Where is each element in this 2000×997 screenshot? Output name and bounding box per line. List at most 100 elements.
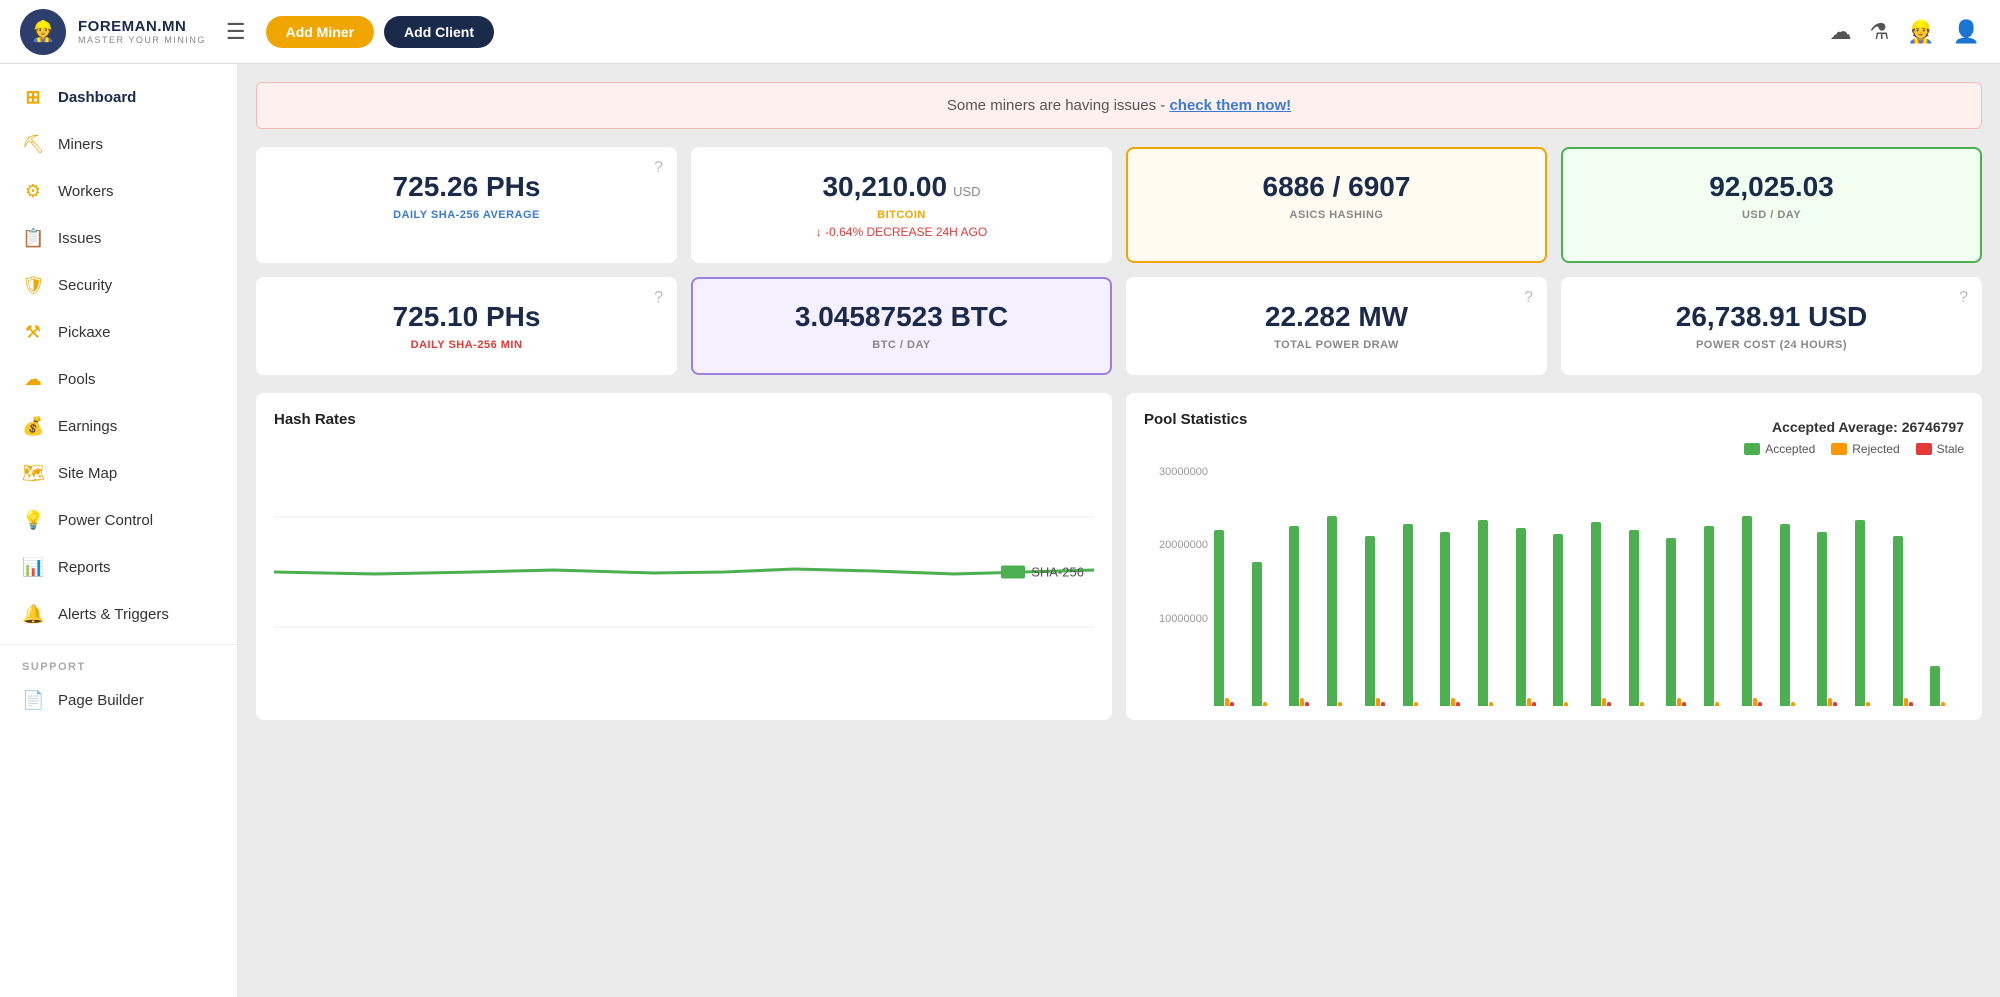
filter-icon[interactable]: ⚗ — [1869, 19, 1889, 45]
stat-label-hashrate-min: DAILY SHA-256 MIN — [278, 339, 655, 351]
stat-value-hashrate-avg: 725.26 PHs — [278, 171, 655, 203]
rejected-bar — [1225, 698, 1229, 706]
sidebar-item-earnings[interactable]: 💰 Earnings — [0, 403, 237, 450]
help-icon-hashrate-avg[interactable]: ? — [654, 159, 663, 177]
reports-icon: 📊 — [22, 557, 44, 578]
accepted-bar — [1214, 530, 1224, 706]
stat-value-usd-day: 92,025.03 — [1583, 171, 1960, 203]
stat-value-btc-day: 3.04587523 BTC — [713, 301, 1090, 333]
hashrate-chart-title: Hash Rates — [274, 411, 1094, 428]
rejected-bar — [1451, 698, 1455, 706]
worker-icon[interactable]: 👷 — [1907, 19, 1934, 45]
rejected-bar — [1904, 698, 1908, 706]
stat-card-power-draw: ? 22.282 MW TOTAL POWER DRAW — [1126, 277, 1547, 375]
sidebar-item-issues[interactable]: 📋 Issues — [0, 215, 237, 262]
add-miner-button[interactable]: Add Miner — [266, 16, 374, 48]
sidebar-label-workers: Workers — [58, 183, 114, 200]
accepted-bar — [1327, 516, 1337, 706]
stale-bar — [1532, 702, 1536, 706]
stat-label-usd-day: USD / Day — [1583, 209, 1960, 221]
support-label: SUPPORT — [0, 651, 237, 677]
sidebar-item-pickaxe[interactable]: ⚒ Pickaxe — [0, 309, 237, 356]
pool-bars — [1214, 466, 1964, 706]
stat-card-btc-price: 30,210.00 USD BITCOIN ↓ -0.64% DECREASE … — [691, 147, 1112, 263]
hamburger-icon[interactable]: ☰ — [226, 19, 246, 45]
accepted-bar — [1893, 536, 1903, 706]
stat-value-btc-price: 30,210.00 — [822, 171, 947, 203]
accepted-bar — [1252, 562, 1262, 706]
pool-chart-title: Pool Statistics — [1144, 411, 1247, 428]
stat-value-power-cost: 26,738.91 USD — [1583, 301, 1960, 333]
bar-group — [1855, 520, 1889, 706]
bar-group — [1214, 530, 1248, 706]
pool-chart-card: Pool Statistics Accepted Average: 267467… — [1126, 393, 1982, 720]
pool-legend-accepted: Accepted — [1744, 442, 1815, 456]
dashboard-icon: ⊞ — [22, 87, 44, 108]
sidebar-label-reports: Reports — [58, 559, 111, 576]
hashrate-chart-area: SHA-256 — [274, 442, 1094, 702]
workers-icon: ⚙ — [22, 181, 44, 202]
pools-icon: ☁ — [22, 369, 44, 390]
user-icon[interactable]: 👤 — [1953, 19, 1980, 45]
rejected-bar — [1263, 702, 1267, 706]
alert-text: Some miners are having issues - — [947, 97, 1170, 114]
bar-group — [1252, 562, 1286, 706]
rejected-bar — [1300, 698, 1304, 706]
sidebar-item-reports[interactable]: 📊 Reports — [0, 544, 237, 591]
accepted-bar — [1440, 532, 1450, 706]
add-client-button[interactable]: Add Client — [384, 16, 494, 48]
help-icon-power-draw[interactable]: ? — [1524, 289, 1533, 307]
sidebar-item-security[interactable]: 🛡 Security — [0, 262, 237, 309]
bar-group — [1591, 522, 1625, 706]
logo-title: FOREMAN.MN — [78, 18, 206, 35]
accepted-bar — [1365, 536, 1375, 706]
hashrate-svg — [274, 462, 1094, 682]
stale-bar — [1230, 702, 1234, 706]
bar-group — [1666, 538, 1700, 706]
alert-link[interactable]: check them now! — [1169, 97, 1291, 114]
help-icon-hashrate-min[interactable]: ? — [654, 289, 663, 307]
bar-group — [1780, 524, 1814, 706]
rejected-bar — [1791, 702, 1795, 706]
rejected-legend-box — [1831, 443, 1847, 455]
alerts-icon: 🔔 — [22, 604, 44, 625]
stat-value-power-draw: 22.282 MW — [1148, 301, 1525, 333]
sidebar-item-page-builder[interactable]: 📄 Page Builder — [0, 677, 237, 724]
pool-legend: Accepted Rejected Stale — [1144, 442, 1964, 456]
hashrate-legend-label: SHA-256 — [1031, 565, 1084, 580]
stat-label-power-draw: TOTAL POWER DRAW — [1148, 339, 1525, 351]
accepted-bar — [1666, 538, 1676, 706]
sidebar-item-power-control[interactable]: 💡 Power Control — [0, 497, 237, 544]
accepted-bar — [1930, 666, 1940, 706]
cloud-upload-icon[interactable]: ☁ — [1829, 19, 1851, 45]
sidebar-label-issues: Issues — [58, 230, 101, 247]
bar-group — [1440, 532, 1474, 706]
sidebar-item-miners[interactable]: ⛏ Miners — [0, 121, 237, 168]
sidebar-item-pools[interactable]: ☁ Pools — [0, 356, 237, 403]
stat-value-asics: 6886 / 6907 — [1148, 171, 1525, 203]
sidebar-item-sitemap[interactable]: 🗺 Site Map — [0, 450, 237, 497]
accepted-bar — [1403, 524, 1413, 706]
accepted-bar — [1553, 534, 1563, 706]
accepted-legend-label: Accepted — [1765, 442, 1815, 456]
logo-text: FOREMAN.MN MASTER YOUR MINING — [78, 18, 206, 45]
help-icon-power-cost[interactable]: ? — [1959, 289, 1968, 307]
pool-legend-rejected: Rejected — [1831, 442, 1899, 456]
stale-bar — [1833, 702, 1837, 706]
sidebar-item-workers[interactable]: ⚙ Workers — [0, 168, 237, 215]
sidebar-label-dashboard: Dashboard — [58, 89, 136, 106]
sidebar-item-dashboard[interactable]: ⊞ Dashboard — [0, 74, 237, 121]
header: 👷 FOREMAN.MN MASTER YOUR MINING ☰ Add Mi… — [0, 0, 2000, 64]
sidebar-item-alerts[interactable]: 🔔 Alerts & Triggers — [0, 591, 237, 638]
logo-area: 👷 FOREMAN.MN MASTER YOUR MINING — [20, 9, 206, 55]
stat-card-hashrate-min: ? 725.10 PHs DAILY SHA-256 MIN — [256, 277, 677, 375]
rejected-legend-label: Rejected — [1852, 442, 1899, 456]
hashrate-legend-box — [1001, 566, 1025, 579]
stale-bar — [1682, 702, 1686, 706]
sidebar: ⊞ Dashboard ⛏ Miners ⚙ Workers 📋 Issues … — [0, 64, 238, 997]
sidebar-label-alerts: Alerts & Triggers — [58, 606, 169, 623]
sidebar-label-power-control: Power Control — [58, 512, 153, 529]
pickaxe-icon: ⚒ — [22, 322, 44, 343]
rejected-bar — [1941, 702, 1945, 706]
charts-row: Hash Rates SHA-256 — [256, 393, 1982, 720]
